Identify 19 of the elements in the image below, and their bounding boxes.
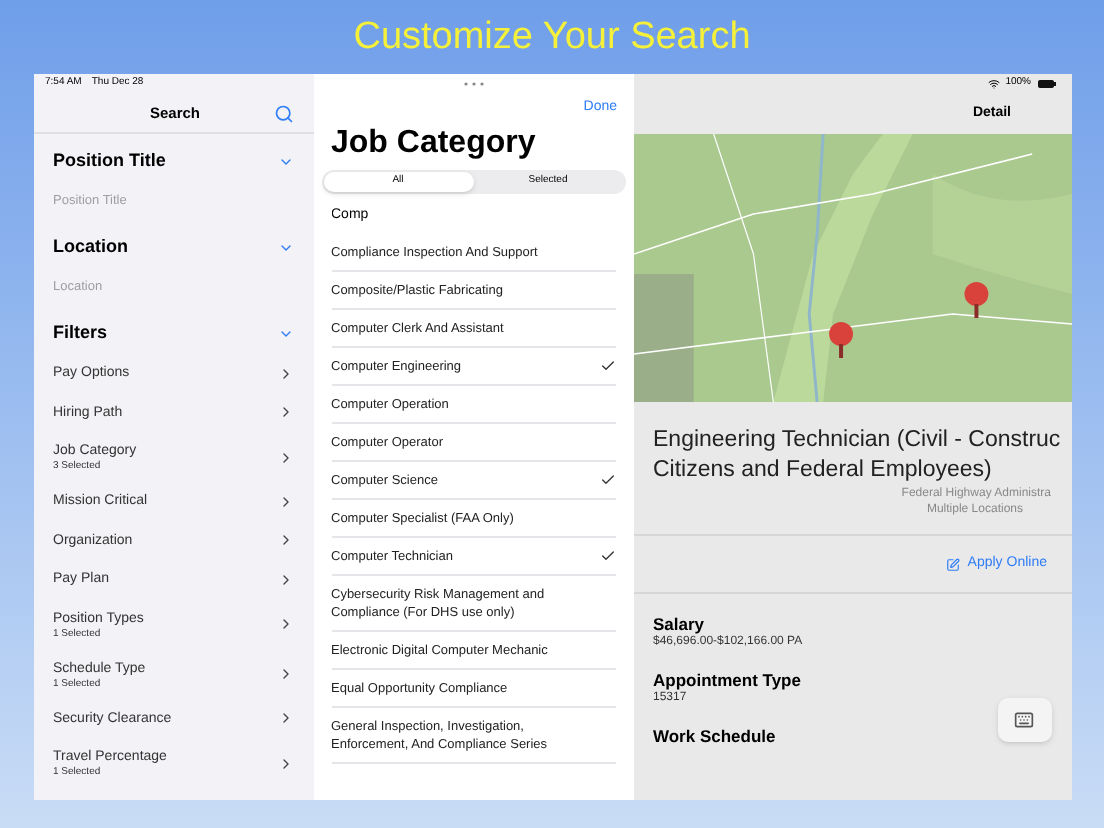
section-title: Location <box>53 234 128 261</box>
chevron-down-icon[interactable] <box>277 240 293 256</box>
sheet-title: Job Category <box>329 124 538 164</box>
chevron-down-icon[interactable] <box>277 326 293 342</box>
field-label: Appointment Type <box>653 670 803 690</box>
keyboard-button[interactable] <box>997 698 1051 742</box>
job-title: Citizens and Federal Employees) <box>653 456 992 486</box>
edit-icon <box>945 557 960 571</box>
banner-title: Customize Your Search <box>353 14 751 62</box>
wifi-icon <box>987 78 1000 90</box>
job-title: Engineering Technician (Civil - Construc <box>653 426 1061 456</box>
battery-icon <box>1037 80 1055 88</box>
section-title: Filters <box>53 320 108 347</box>
chevron-down-icon[interactable] <box>277 154 293 170</box>
field-label: Work Schedule <box>653 726 778 746</box>
section-title: Position Title <box>53 148 166 175</box>
field-label: Salary <box>653 614 707 634</box>
keyboard-icon <box>1014 710 1034 730</box>
search-icon[interactable] <box>273 103 293 123</box>
